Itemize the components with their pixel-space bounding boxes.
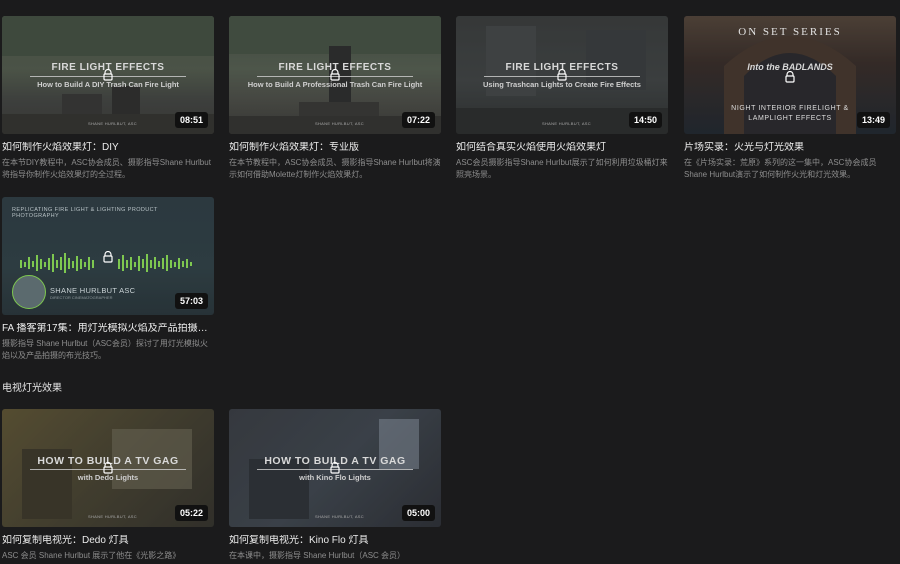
- video-card[interactable]: FIRE LIGHT EFFECTS Using Trashcan Lights…: [456, 16, 668, 181]
- video-card[interactable]: REPLICATING FIRE LIGHT & LIGHTING PRODUC…: [2, 197, 214, 362]
- thumbnail-brand: SHANE HURLBUT, ASC: [88, 121, 137, 126]
- video-title[interactable]: 如何复制电视光：Kino Flo 灯具: [229, 535, 441, 547]
- lock-icon: [103, 251, 113, 263]
- video-description: 摄影指导 Shane Hurlbut（ASC会员）探讨了用灯光模拟火焰以及产品拍…: [2, 339, 208, 360]
- video-description: 在本节教程中，ASC协会成员、摄影指导Shane Hurlbut将演示如何借助M…: [229, 158, 441, 179]
- thumbnail-subtitle: NIGHT INTERIOR FIRELIGHT & LAMPLIGHT EFF…: [731, 105, 849, 122]
- duration-badge: 05:22: [174, 505, 208, 521]
- duration-badge: 07:22: [401, 112, 435, 128]
- host-avatar: [12, 275, 46, 309]
- video-description: 在《片场实录：荒原》系列的这一集中，ASC协会成员Shane Hurlbut演示…: [684, 158, 877, 179]
- video-card[interactable]: HOW TO BUILD A TV GAG with Kino Flo Ligh…: [229, 409, 441, 562]
- thumbnail-subtitle: How to Build A Professional Trash Can Fi…: [247, 80, 423, 89]
- thumbnail-brand: SHANE HURLBUT, ASC: [88, 514, 137, 519]
- thumbnail-brand: SHANE HURLBUT, ASC: [315, 514, 364, 519]
- video-title[interactable]: 片场实录：火光与灯光效果: [684, 142, 896, 154]
- video-card[interactable]: HOW TO BUILD A TV GAG with Dedo Lights S…: [2, 409, 214, 562]
- thumbnail-subtitle: with Dedo Lights: [77, 473, 139, 482]
- video-description: ASC 会员 Shane Hurlbut 展示了他在《光影之路》: [2, 551, 181, 560]
- thumbnail-brand: SHANE HURLBUT, ASC: [542, 121, 591, 126]
- video-card[interactable]: ON SET SERIES Into the BADLANDS NIGHT IN…: [684, 16, 896, 181]
- duration-badge: 13:49: [856, 112, 890, 128]
- lock-icon: [103, 462, 113, 474]
- video-title[interactable]: 如何复制电视光：Dedo 灯具: [2, 535, 214, 547]
- host-name: SHANE HURLBUT ASC: [50, 286, 136, 295]
- thumbnail-subtitle: with Kino Flo Lights: [299, 473, 371, 482]
- video-thumbnail[interactable]: FIRE LIGHT EFFECTS How to Build A Profes…: [229, 16, 441, 134]
- video-thumbnail[interactable]: FIRE LIGHT EFFECTS How to Build A DIY Tr…: [2, 16, 214, 134]
- duration-badge: 57:03: [174, 293, 208, 309]
- thumbnail-title: REPLICATING FIRE LIGHT & LIGHTING PRODUC…: [12, 207, 158, 219]
- lock-icon: [557, 69, 567, 81]
- lock-icon: [330, 69, 340, 81]
- duration-badge: 08:51: [174, 112, 208, 128]
- video-thumbnail[interactable]: ON SET SERIES Into the BADLANDS NIGHT IN…: [684, 16, 896, 134]
- video-card[interactable]: FIRE LIGHT EFFECTS How to Build A DIY Tr…: [2, 16, 214, 181]
- video-title[interactable]: 如何制作火焰效果灯：DIY: [2, 142, 214, 154]
- lock-icon: [785, 71, 795, 83]
- video-description: ASC会员摄影指导Shane Hurlbut展示了如何利用垃圾桶灯来照亮场景。: [456, 158, 668, 179]
- lock-icon: [103, 69, 113, 81]
- video-thumbnail[interactable]: FIRE LIGHT EFFECTS Using Trashcan Lights…: [456, 16, 668, 134]
- video-description: 在本节DIY教程中，ASC协会成员、摄影指导Shane Hurlbut将指导你制…: [2, 158, 211, 179]
- video-thumbnail[interactable]: HOW TO BUILD A TV GAG with Dedo Lights S…: [2, 409, 214, 527]
- video-title[interactable]: FA 播客第17集：用灯光模拟火焰及产品拍摄…: [2, 323, 214, 335]
- video-title[interactable]: 如何制作火焰效果灯：专业版: [229, 142, 441, 154]
- thumbnail-subtitle: Using Trashcan Lights to Create Fire Eff…: [483, 80, 641, 89]
- lock-icon: [330, 462, 340, 474]
- host-caption: DIRECTOR CINEMATOGRAPHER: [50, 295, 113, 300]
- video-thumbnail[interactable]: REPLICATING FIRE LIGHT & LIGHTING PRODUC…: [2, 197, 214, 315]
- video-card[interactable]: FIRE LIGHT EFFECTS How to Build A Profes…: [229, 16, 441, 181]
- section-title: 电视灯光效果: [2, 383, 62, 394]
- thumbnail-subtitle: How to Build A DIY Trash Can Fire Light: [37, 80, 179, 89]
- thumbnail-brand: SHANE HURLBUT, ASC: [315, 121, 364, 126]
- duration-badge: 05:00: [401, 505, 435, 521]
- video-description: 在本课中，摄影指导 Shane Hurlbut（ASC 会员）: [229, 551, 406, 560]
- video-thumbnail[interactable]: HOW TO BUILD A TV GAG with Kino Flo Ligh…: [229, 409, 441, 527]
- thumbnail-title: ON SET SERIES: [738, 26, 842, 38]
- video-title[interactable]: 如何结合真实火焰使用火焰效果灯: [456, 142, 668, 154]
- duration-badge: 14:50: [628, 112, 662, 128]
